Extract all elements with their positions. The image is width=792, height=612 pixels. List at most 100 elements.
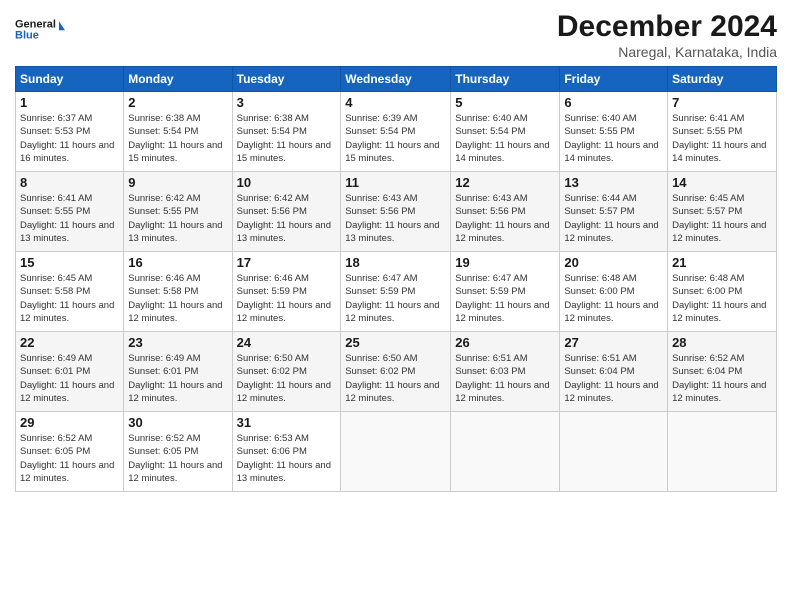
day-number-13: 13 [564,175,663,190]
day-cell-1: 1 Sunrise: 6:37 AM Sunset: 5:53 PM Dayli… [16,92,124,172]
day-number-2: 2 [128,95,227,110]
day-cell-9: 9 Sunrise: 6:42 AM Sunset: 5:55 PM Dayli… [124,172,232,252]
day-cell-4: 4 Sunrise: 6:39 AM Sunset: 5:54 PM Dayli… [341,92,451,172]
col-wednesday: Wednesday [341,67,451,92]
day-cell-29: 29 Sunrise: 6:52 AM Sunset: 6:05 PM Dayl… [16,412,124,492]
empty-cell [341,412,451,492]
day-number-24: 24 [237,335,337,350]
day-cell-22: 22 Sunrise: 6:49 AM Sunset: 6:01 PM Dayl… [16,332,124,412]
day-info-3: Sunrise: 6:38 AM Sunset: 5:54 PM Dayligh… [237,112,337,165]
calendar-week-row: 8 Sunrise: 6:41 AM Sunset: 5:55 PM Dayli… [16,172,777,252]
month-title: December 2024 [557,10,777,44]
logo-svg: General Blue [15,10,65,50]
day-number-21: 21 [672,255,772,270]
day-info-23: Sunrise: 6:49 AM Sunset: 6:01 PM Dayligh… [128,352,227,405]
day-info-27: Sunrise: 6:51 AM Sunset: 6:04 PM Dayligh… [564,352,663,405]
day-info-20: Sunrise: 6:48 AM Sunset: 6:00 PM Dayligh… [564,272,663,325]
col-thursday: Thursday [451,67,560,92]
day-info-18: Sunrise: 6:47 AM Sunset: 5:59 PM Dayligh… [345,272,446,325]
day-info-26: Sunrise: 6:51 AM Sunset: 6:03 PM Dayligh… [455,352,555,405]
logo: General Blue [15,10,65,50]
day-cell-30: 30 Sunrise: 6:52 AM Sunset: 6:05 PM Dayl… [124,412,232,492]
day-info-8: Sunrise: 6:41 AM Sunset: 5:55 PM Dayligh… [20,192,119,245]
day-info-29: Sunrise: 6:52 AM Sunset: 6:05 PM Dayligh… [20,432,119,485]
header-row: Sunday Monday Tuesday Wednesday Thursday… [16,67,777,92]
day-cell-11: 11 Sunrise: 6:43 AM Sunset: 5:56 PM Dayl… [341,172,451,252]
main-container: General Blue December 2024 Naregal, Karn… [0,0,792,502]
day-number-14: 14 [672,175,772,190]
day-number-27: 27 [564,335,663,350]
day-info-13: Sunrise: 6:44 AM Sunset: 5:57 PM Dayligh… [564,192,663,245]
day-cell-7: 7 Sunrise: 6:41 AM Sunset: 5:55 PM Dayli… [668,92,777,172]
day-cell-24: 24 Sunrise: 6:50 AM Sunset: 6:02 PM Dayl… [232,332,341,412]
calendar-week-row: 15 Sunrise: 6:45 AM Sunset: 5:58 PM Dayl… [16,252,777,332]
day-number-19: 19 [455,255,555,270]
day-number-3: 3 [237,95,337,110]
day-number-20: 20 [564,255,663,270]
day-number-7: 7 [672,95,772,110]
day-info-10: Sunrise: 6:42 AM Sunset: 5:56 PM Dayligh… [237,192,337,245]
col-sunday: Sunday [16,67,124,92]
day-number-1: 1 [20,95,119,110]
day-number-26: 26 [455,335,555,350]
calendar-week-row: 22 Sunrise: 6:49 AM Sunset: 6:01 PM Dayl… [16,332,777,412]
day-cell-27: 27 Sunrise: 6:51 AM Sunset: 6:04 PM Dayl… [560,332,668,412]
day-info-9: Sunrise: 6:42 AM Sunset: 5:55 PM Dayligh… [128,192,227,245]
day-info-12: Sunrise: 6:43 AM Sunset: 5:56 PM Dayligh… [455,192,555,245]
day-number-31: 31 [237,415,337,430]
day-cell-5: 5 Sunrise: 6:40 AM Sunset: 5:54 PM Dayli… [451,92,560,172]
svg-text:General: General [15,18,56,30]
day-cell-14: 14 Sunrise: 6:45 AM Sunset: 5:57 PM Dayl… [668,172,777,252]
day-info-25: Sunrise: 6:50 AM Sunset: 6:02 PM Dayligh… [345,352,446,405]
day-cell-12: 12 Sunrise: 6:43 AM Sunset: 5:56 PM Dayl… [451,172,560,252]
day-info-1: Sunrise: 6:37 AM Sunset: 5:53 PM Dayligh… [20,112,119,165]
svg-text:Blue: Blue [15,29,39,41]
location-title: Naregal, Karnataka, India [557,44,777,60]
day-info-11: Sunrise: 6:43 AM Sunset: 5:56 PM Dayligh… [345,192,446,245]
day-number-29: 29 [20,415,119,430]
calendar-week-row: 29 Sunrise: 6:52 AM Sunset: 6:05 PM Dayl… [16,412,777,492]
day-cell-6: 6 Sunrise: 6:40 AM Sunset: 5:55 PM Dayli… [560,92,668,172]
day-cell-8: 8 Sunrise: 6:41 AM Sunset: 5:55 PM Dayli… [16,172,124,252]
day-number-6: 6 [564,95,663,110]
day-number-8: 8 [20,175,119,190]
day-number-30: 30 [128,415,227,430]
day-number-9: 9 [128,175,227,190]
day-cell-19: 19 Sunrise: 6:47 AM Sunset: 5:59 PM Dayl… [451,252,560,332]
day-number-12: 12 [455,175,555,190]
day-number-4: 4 [345,95,446,110]
day-info-22: Sunrise: 6:49 AM Sunset: 6:01 PM Dayligh… [20,352,119,405]
col-saturday: Saturday [668,67,777,92]
day-number-18: 18 [345,255,446,270]
empty-cell [668,412,777,492]
day-info-17: Sunrise: 6:46 AM Sunset: 5:59 PM Dayligh… [237,272,337,325]
day-cell-13: 13 Sunrise: 6:44 AM Sunset: 5:57 PM Dayl… [560,172,668,252]
day-number-15: 15 [20,255,119,270]
day-number-11: 11 [345,175,446,190]
col-friday: Friday [560,67,668,92]
day-info-28: Sunrise: 6:52 AM Sunset: 6:04 PM Dayligh… [672,352,772,405]
day-info-6: Sunrise: 6:40 AM Sunset: 5:55 PM Dayligh… [564,112,663,165]
day-number-5: 5 [455,95,555,110]
day-info-24: Sunrise: 6:50 AM Sunset: 6:02 PM Dayligh… [237,352,337,405]
day-cell-21: 21 Sunrise: 6:48 AM Sunset: 6:00 PM Dayl… [668,252,777,332]
day-cell-25: 25 Sunrise: 6:50 AM Sunset: 6:02 PM Dayl… [341,332,451,412]
day-info-30: Sunrise: 6:52 AM Sunset: 6:05 PM Dayligh… [128,432,227,485]
day-info-16: Sunrise: 6:46 AM Sunset: 5:58 PM Dayligh… [128,272,227,325]
calendar-week-row: 1 Sunrise: 6:37 AM Sunset: 5:53 PM Dayli… [16,92,777,172]
day-cell-26: 26 Sunrise: 6:51 AM Sunset: 6:03 PM Dayl… [451,332,560,412]
col-tuesday: Tuesday [232,67,341,92]
day-info-7: Sunrise: 6:41 AM Sunset: 5:55 PM Dayligh… [672,112,772,165]
day-cell-23: 23 Sunrise: 6:49 AM Sunset: 6:01 PM Dayl… [124,332,232,412]
day-cell-16: 16 Sunrise: 6:46 AM Sunset: 5:58 PM Dayl… [124,252,232,332]
day-number-10: 10 [237,175,337,190]
day-info-4: Sunrise: 6:39 AM Sunset: 5:54 PM Dayligh… [345,112,446,165]
day-cell-20: 20 Sunrise: 6:48 AM Sunset: 6:00 PM Dayl… [560,252,668,332]
day-cell-17: 17 Sunrise: 6:46 AM Sunset: 5:59 PM Dayl… [232,252,341,332]
day-info-31: Sunrise: 6:53 AM Sunset: 6:06 PM Dayligh… [237,432,337,485]
day-cell-15: 15 Sunrise: 6:45 AM Sunset: 5:58 PM Dayl… [16,252,124,332]
day-cell-31: 31 Sunrise: 6:53 AM Sunset: 6:06 PM Dayl… [232,412,341,492]
title-block: December 2024 Naregal, Karnataka, India [557,10,777,60]
day-number-28: 28 [672,335,772,350]
day-cell-28: 28 Sunrise: 6:52 AM Sunset: 6:04 PM Dayl… [668,332,777,412]
